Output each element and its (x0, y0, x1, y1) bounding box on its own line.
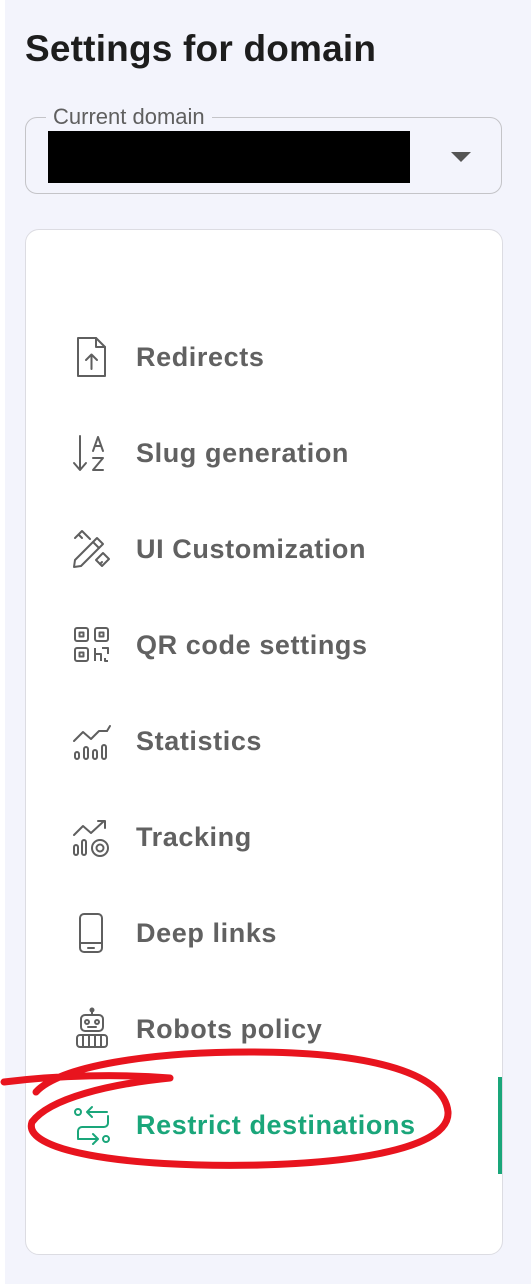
nav-label-slug-generation: Slug generation (136, 438, 350, 468)
nav-item-qr-code-settings[interactable]: QR code settings (26, 597, 502, 693)
nav-label-restrict-destinations: Restrict destinations (136, 1110, 416, 1140)
nav-item-statistics[interactable]: Statistics (26, 693, 502, 789)
tracking-chart-icon (71, 815, 113, 859)
current-domain-label: Current domain (46, 103, 212, 131)
nav-item-restrict-destinations[interactable]: Restrict destinations (26, 1077, 502, 1173)
ruler-pencil-icon (71, 527, 113, 571)
nav-item-redirects[interactable]: Redirects (26, 309, 502, 405)
nav-item-robots-policy[interactable]: Robots policy (26, 981, 502, 1077)
current-domain-select[interactable]: Current domain (25, 103, 502, 194)
file-upload-icon (71, 335, 113, 379)
current-domain-value (48, 131, 410, 183)
nav-label-qr-code-settings: QR code settings (136, 630, 368, 660)
nav-item-slug-generation[interactable]: Slug generation (26, 405, 502, 501)
active-item-indicator (498, 1077, 502, 1174)
left-edge (0, 0, 5, 1284)
robot-icon (71, 1007, 113, 1051)
nav-label-ui-customization: UI Customization (136, 534, 367, 564)
nav-label-deep-links: Deep links (136, 918, 278, 948)
route-arrows-icon (71, 1103, 113, 1147)
phone-icon (71, 911, 113, 955)
nav-label-statistics: Statistics (136, 726, 263, 756)
settings-nav: Redirects Slug generation UI Customizati… (25, 229, 503, 1255)
page-title: Settings for domain (25, 28, 377, 69)
nav-label-robots-policy: Robots policy (136, 1014, 323, 1044)
nav-label-tracking: Tracking (136, 822, 252, 852)
nav-item-tracking[interactable]: Tracking (26, 789, 502, 885)
nav-item-deep-links[interactable]: Deep links (26, 885, 502, 981)
qr-code-icon (71, 623, 113, 667)
dropdown-caret-icon[interactable] (451, 152, 471, 162)
nav-label-redirects: Redirects (136, 342, 265, 372)
stats-chart-icon (71, 719, 113, 763)
nav-item-ui-customization[interactable]: UI Customization (26, 501, 502, 597)
sort-az-icon (71, 431, 113, 475)
